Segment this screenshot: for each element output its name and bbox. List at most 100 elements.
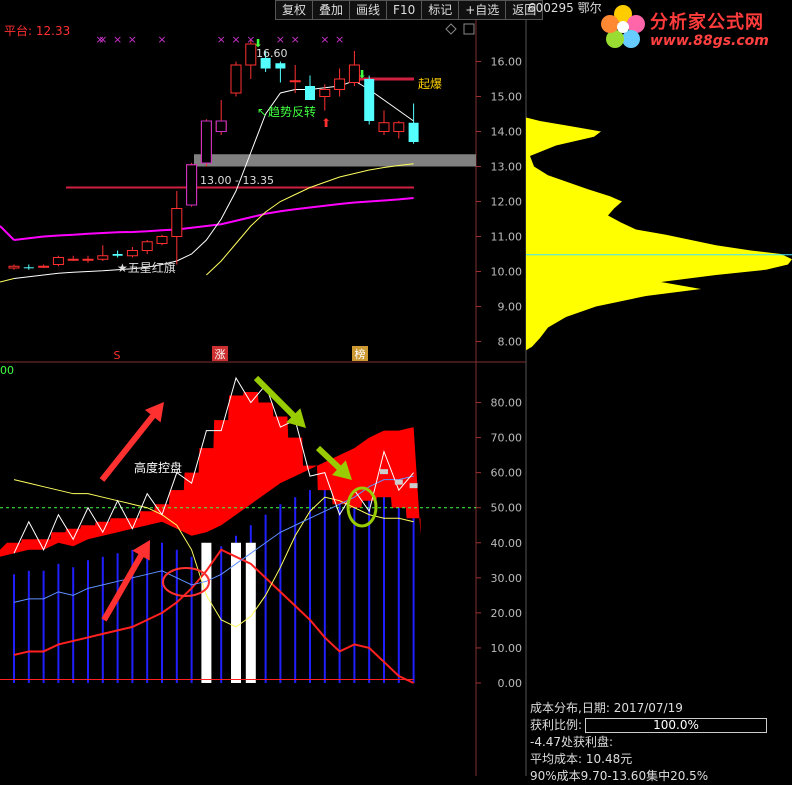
indicator-tick-label: 60.00 — [491, 467, 523, 480]
restore-rights-button[interactable]: 复权 — [275, 0, 314, 20]
indicator-tick-label: 80.00 — [491, 397, 523, 410]
candle-body — [275, 63, 286, 69]
five-star-label: ★五星红旗 — [117, 260, 176, 275]
candle-body — [156, 236, 168, 244]
marker-zhang: 涨 — [215, 348, 226, 361]
toolbar: 复权 叠加 画线 F10 标记 +自选 返回 — [275, 0, 544, 20]
price-tick-label: 11.00 — [491, 231, 523, 244]
distribution-row: 成本分布,日期: 2017/07/19 — [526, 700, 792, 717]
candle-body — [82, 258, 94, 261]
avg-cost-value: 10.48元 — [585, 752, 633, 766]
indicator-cap — [409, 483, 418, 489]
mark-button[interactable]: 标记 — [421, 0, 460, 20]
price-tick-label: 14.00 — [491, 126, 523, 139]
top-cross-marker: × — [113, 33, 122, 46]
candle-body — [112, 254, 123, 256]
candle-body — [8, 265, 20, 269]
candle-body — [141, 241, 153, 251]
price-tick-label: 8.00 — [498, 336, 523, 349]
indicator-tick-label: 0.00 — [498, 677, 523, 690]
f10-button[interactable]: F10 — [386, 0, 423, 20]
top-cross-marker: × — [231, 33, 240, 46]
add-watchlist-button[interactable]: +自选 — [458, 0, 507, 20]
marker-bang: 榜 — [355, 347, 366, 361]
candle-body — [126, 250, 138, 257]
indicator-tick-label: 40.00 — [491, 537, 523, 550]
breakout-label: 起爆 — [418, 77, 442, 91]
candle-body — [67, 258, 79, 261]
diamond-icon — [445, 23, 457, 35]
platform-range-label: 13.00 - 13.35 — [200, 174, 274, 187]
indicator-tick-label: 70.00 — [491, 432, 523, 445]
stock-code: 600295 鄂尔 — [528, 1, 602, 15]
cost-distribution-area — [526, 117, 792, 351]
red-arrow-icon-shaft — [101, 548, 147, 622]
logo-title: 分析家公式网 — [650, 12, 764, 33]
candle-body — [215, 120, 227, 132]
candle-body — [38, 265, 50, 268]
trend-reversal-label: 趋势反转 — [268, 104, 316, 119]
candle-body — [230, 64, 242, 94]
candle-body — [408, 122, 419, 142]
distribution-date: 2017/07/19 — [613, 701, 683, 715]
profit-line-row: -4.47处获利盘: — [530, 735, 614, 749]
indicator-tick-label: 50.00 — [491, 502, 523, 515]
trend-arrow-icon: ↖ — [257, 105, 267, 119]
chart-canvas[interactable]: 16.00 15.00 14.00 13.00 12.00 11.00 10.00 9.00 8… — [0, 0, 792, 776]
top-cross-marker: × — [320, 33, 329, 46]
concentration-row: 90%成本9.70-13.60集中20.5% — [530, 769, 709, 783]
platform-label: 平台: 12.33 — [4, 24, 71, 38]
price-tick-label: 13.00 — [491, 161, 523, 174]
cost-info-panel: 成本分布,日期: 2017/07/19 获利比例: 100.0% -4.47处获利… — [526, 700, 792, 785]
indicator-cap — [380, 469, 388, 475]
ma-mid-lead — [0, 278, 15, 283]
indicator-tick-label: 30.00 — [491, 572, 523, 585]
indicator-label: 00 — [0, 364, 14, 377]
down-arrow-icon: ⬇ — [357, 68, 366, 81]
price-tick-label: 16.00 — [491, 56, 523, 69]
control-label: 高度控盘 — [134, 460, 182, 475]
window-toggle-icon — [463, 23, 475, 35]
candle-body — [52, 257, 64, 265]
indicator-cap — [394, 479, 403, 485]
avg-cost-row: 平均成本: 10.48元 — [526, 751, 792, 768]
marker-s: S — [114, 349, 121, 362]
avg-cost-label: 平均成本: — [530, 752, 583, 766]
top-cross-marker: × — [157, 33, 166, 46]
top-cross-marker: × — [291, 33, 300, 46]
profit-ratio-row: 获利比例: 100.0% — [526, 717, 792, 734]
ma-long-lead — [0, 225, 15, 241]
ma-long-line — [13, 197, 414, 241]
indicator-tick-label: 20.00 — [491, 607, 523, 620]
candle-body — [97, 255, 109, 260]
candle-body — [378, 122, 390, 132]
top-cross-marker: × — [217, 33, 226, 46]
control-area — [0, 392, 421, 557]
distribution-label: 成本分布,日期: — [530, 701, 610, 715]
top-cross-marker: × — [95, 33, 104, 46]
top-cross-marker: × — [335, 33, 344, 46]
draw-line-button[interactable]: 画线 — [349, 0, 388, 20]
indicator-tick-label: 10.00 — [491, 642, 523, 655]
candle-body — [289, 80, 301, 83]
price-tick-label: 10.00 — [491, 266, 523, 279]
up-arrow-icon: ⬆ — [321, 116, 331, 130]
top-cross-marker: × — [276, 33, 285, 46]
profit-ratio-value: 100.0% — [585, 718, 768, 733]
overlay-button[interactable]: 叠加 — [312, 0, 351, 20]
candle-body — [305, 86, 315, 100]
price-tick-label: 12.00 — [491, 196, 523, 209]
logo-flower-icon — [601, 5, 645, 48]
candle-body — [23, 267, 34, 269]
down-arrow-icon: ⬇ — [253, 37, 262, 50]
candle-body — [364, 79, 375, 121]
candle-body — [200, 120, 212, 164]
logo-url[interactable]: www.88gs.com — [650, 33, 769, 49]
top-cross-marker: × — [128, 33, 137, 46]
candle-body — [319, 89, 331, 97]
candle-body — [334, 78, 346, 90]
indicator-white-bar — [201, 542, 212, 683]
price-tick-label: 9.00 — [498, 301, 523, 314]
candle-body — [171, 208, 183, 237]
platform-band — [194, 154, 476, 167]
